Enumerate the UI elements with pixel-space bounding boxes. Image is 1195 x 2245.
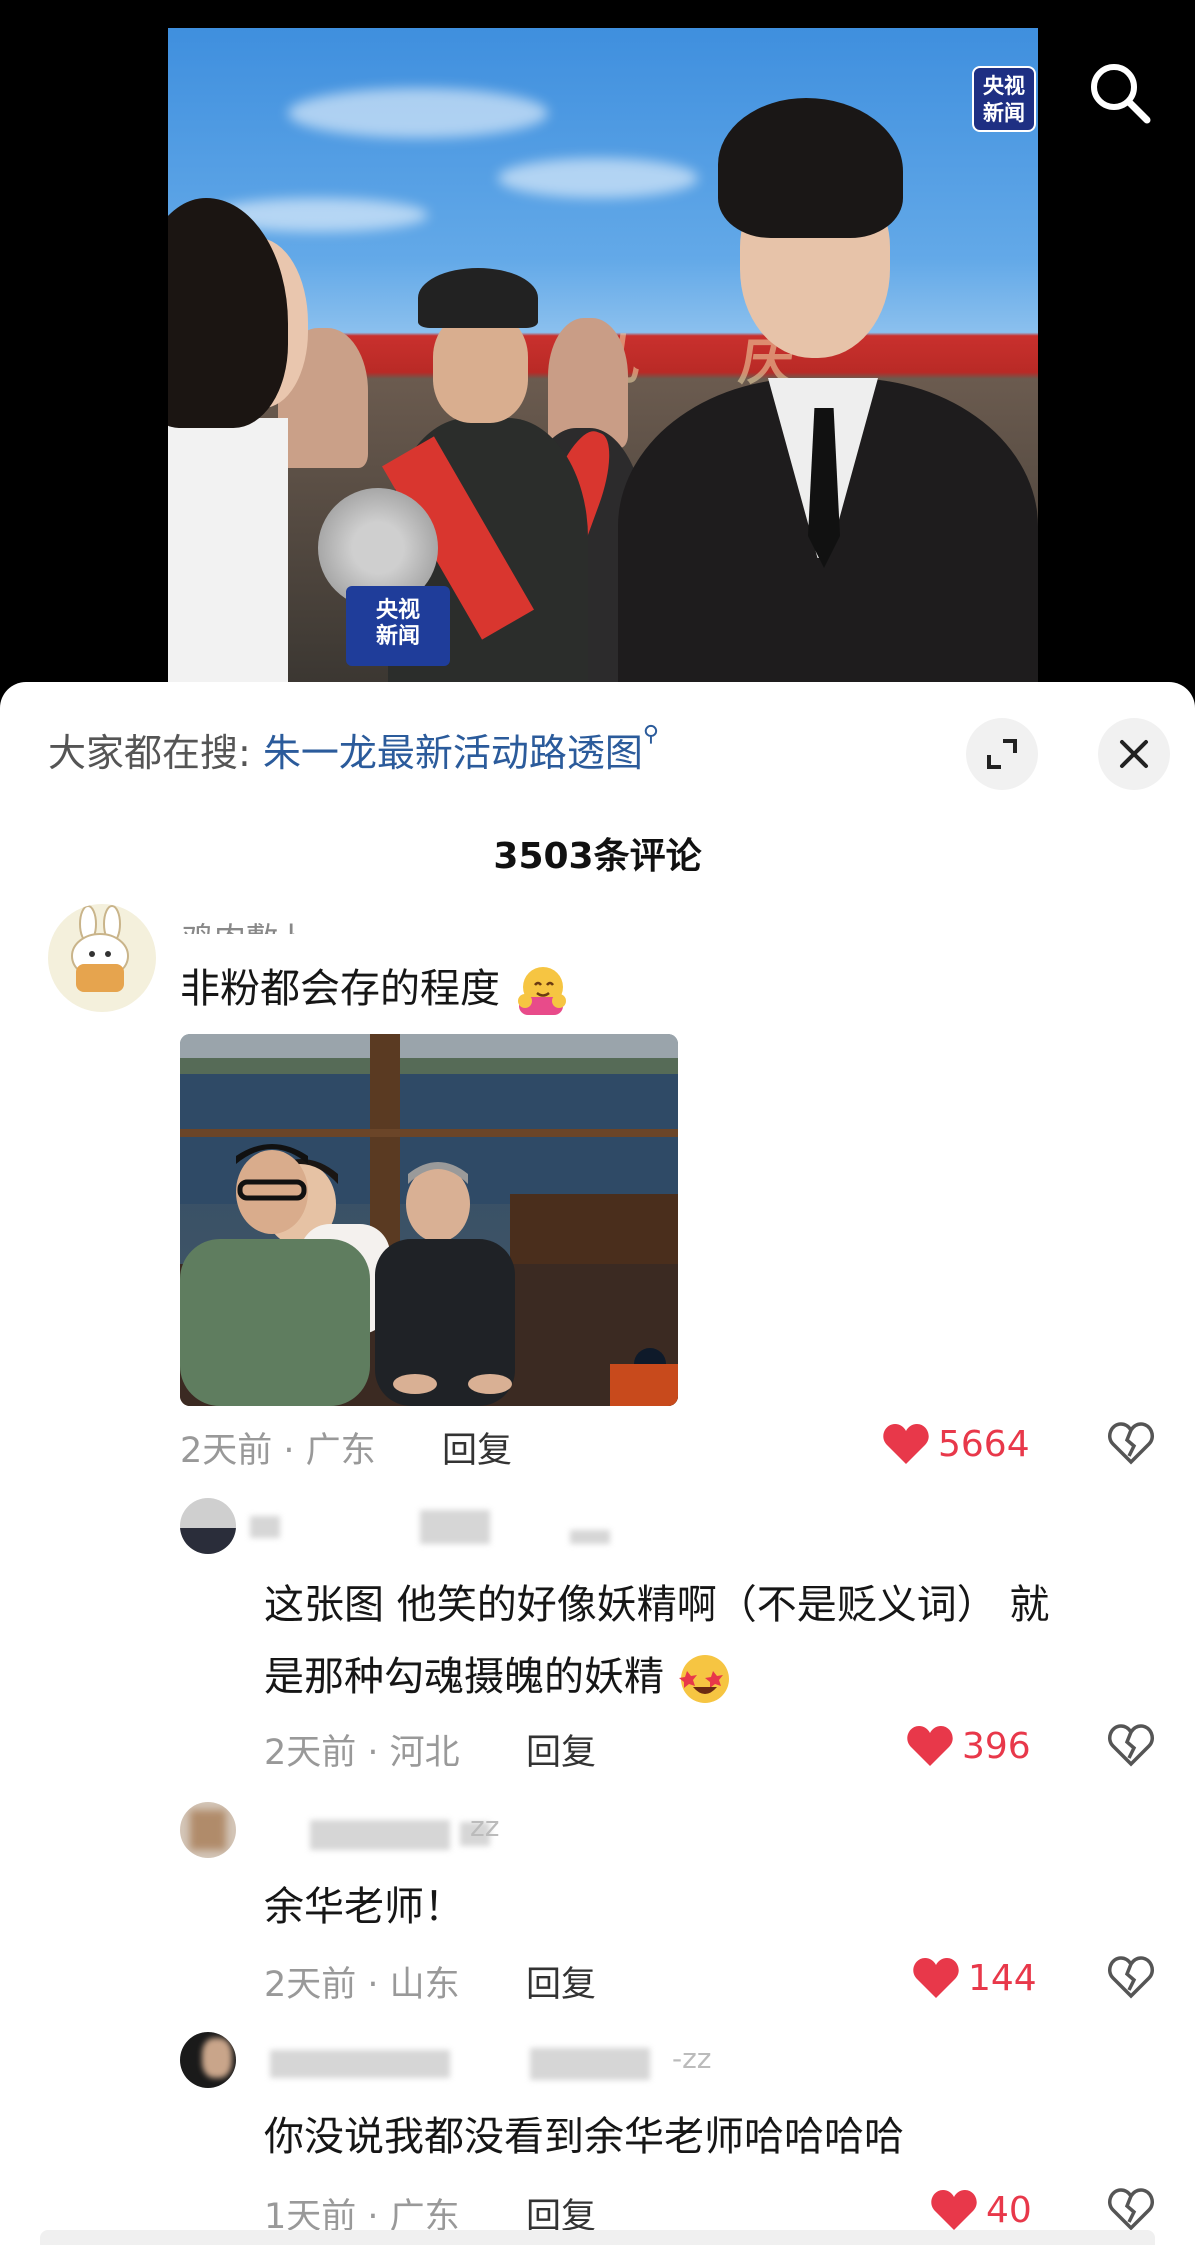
close-button[interactable] [1098, 718, 1170, 790]
reporter [168, 198, 308, 690]
avatar[interactable] [180, 1498, 236, 1554]
comment-input-bar[interactable] [40, 2230, 1155, 2245]
small-search-icon: ⚲ [642, 722, 660, 747]
like-button[interactable]: 40 [930, 2188, 1032, 2232]
hot-search-link[interactable]: 朱一龙最新活动路透图 [263, 731, 643, 775]
comment-count-title: 3503条评论 [493, 836, 702, 877]
avatar[interactable] [48, 904, 156, 1012]
microphone: 央视 新闻 [318, 488, 450, 666]
broken-heart-icon[interactable] [1106, 1418, 1156, 1468]
search-icon[interactable] [1085, 58, 1155, 128]
heart-filled-icon [931, 2190, 977, 2230]
broken-heart-icon[interactable] [1106, 1952, 1156, 2002]
avatar[interactable] [180, 1802, 236, 1858]
reply-button[interactable]: 回复 [526, 1724, 596, 1775]
comment-text: 你没说我都没看到余华老师哈哈哈哈 [264, 2114, 904, 2160]
comment-meta: 2天前 · 河北 [264, 1733, 460, 1773]
comment-photo[interactable] [180, 1034, 678, 1406]
star-struck-emoji-icon [678, 1655, 729, 1703]
like-count: 5664 [938, 1423, 1030, 1465]
close-icon [1120, 740, 1148, 768]
mic-flag-logo: 央视 新闻 [346, 586, 450, 666]
comment-text: 余华老师！ [264, 1884, 464, 1930]
cctv-news-logo: 央视 新闻 [972, 66, 1036, 132]
video-frame[interactable]: 礼 庆 央视 新闻 [168, 28, 1038, 690]
comment-text-line2: 是那种勾魂摄魄的妖精 [264, 1644, 733, 1707]
like-count: 144 [968, 1957, 1037, 1999]
avatar[interactable] [180, 2032, 236, 2088]
heart-filled-icon [883, 1424, 929, 1464]
like-button[interactable]: 5664 [882, 1422, 1030, 1466]
comment-text-content: 是那种勾魂摄魄的妖精 [264, 1654, 664, 1700]
comments-sheet: 大家都在搜: 朱一龙最新活动路透图⚲ 3503条评论 鸡肉敷卜 非粉都会存的程度 [0, 682, 1195, 2245]
comment-text-content: 非粉都会存的程度 [180, 966, 500, 1012]
username-suffix: zz [470, 1810, 500, 1843]
hugging-face-emoji-icon [517, 967, 566, 1015]
like-button[interactable]: 144 [912, 1956, 1037, 2000]
boat-photo-illustration [180, 1034, 678, 1406]
bunny-avatar-icon [71, 905, 129, 992]
video-player[interactable]: 礼 庆 央视 新闻 央视 新闻 [0, 0, 1195, 690]
blurred-username[interactable] [250, 1510, 610, 1546]
username-suffix: -zz [672, 2042, 712, 2075]
comment-meta: 2天前 · 广东 [180, 1431, 376, 1471]
heart-filled-icon [913, 1958, 959, 1998]
expand-button[interactable] [966, 718, 1038, 790]
heart-filled-icon [907, 1726, 953, 1766]
broken-heart-icon[interactable] [1106, 1720, 1156, 1770]
like-count: 396 [962, 1725, 1031, 1767]
expand-icon [987, 739, 1017, 769]
hot-search-bar[interactable]: 大家都在搜: 朱一龙最新活动路透图⚲ [48, 722, 659, 777]
sky-cloud [288, 88, 548, 138]
man-in-suit [618, 78, 1038, 690]
comment-text: 这张图 他笑的好像妖精啊（不是贬义词） 就 [264, 1582, 1050, 1628]
blurred-username[interactable] [250, 2044, 710, 2080]
comment-username[interactable]: 鸡肉敷卜 [182, 914, 310, 934]
like-button[interactable]: 396 [906, 1724, 1031, 1768]
broken-heart-icon[interactable] [1106, 2184, 1156, 2234]
hot-search-prefix: 大家都在搜: [48, 731, 263, 775]
reply-button[interactable]: 回复 [442, 1422, 512, 1473]
comment-text: 非粉都会存的程度 [180, 956, 569, 1019]
reply-button[interactable]: 回复 [526, 1956, 596, 2007]
like-count: 40 [986, 2189, 1032, 2231]
comment-meta: 2天前 · 山东 [264, 1965, 460, 2005]
